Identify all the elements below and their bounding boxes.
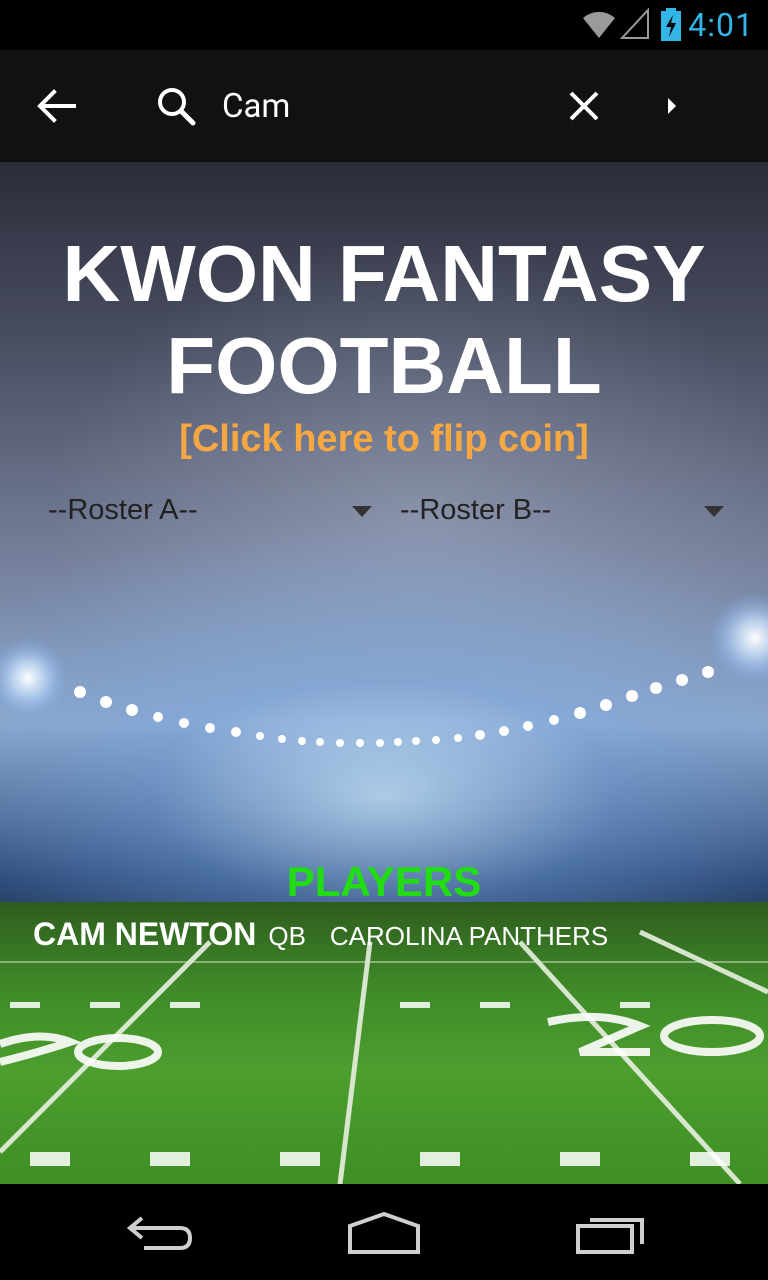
wifi-icon	[583, 11, 615, 38]
player-name: CAM NEWTON	[33, 916, 257, 952]
battery-charging-icon	[661, 8, 681, 41]
app-title-line2: FOOTBALL	[166, 321, 602, 410]
signal-icon	[620, 8, 649, 39]
roster-a-dropdown[interactable]: --Roster A--	[48, 494, 378, 538]
status-bar: 4:01	[0, 0, 768, 50]
clock: 4:01	[688, 6, 754, 44]
search-action-bar	[0, 50, 768, 162]
overflow-arrow-icon[interactable]	[664, 94, 680, 118]
search-icon	[158, 88, 196, 126]
player-list-item[interactable]: CAM NEWTON QB CAROLINA PANTHERS	[33, 916, 608, 953]
home-icon[interactable]	[346, 1208, 422, 1256]
search-input[interactable]	[222, 80, 542, 132]
screen: 4:01 Cam KWON FANTASY FOOTBALL [Click he…	[0, 0, 768, 1280]
players-heading: PLAYERS	[286, 858, 482, 905]
back-arrow-icon[interactable]	[34, 88, 78, 124]
back-icon[interactable]	[124, 1208, 196, 1256]
roster-b-selected: --Roster B--	[400, 494, 552, 526]
app-title: KWON FANTASY FOOTBALL	[0, 228, 768, 412]
player-position: QB	[268, 921, 306, 951]
close-icon[interactable]	[566, 88, 602, 124]
roster-a-selected: --Roster A--	[48, 494, 198, 526]
recents-icon[interactable]	[574, 1208, 646, 1256]
player-team: CAROLINA PANTHERS	[329, 921, 609, 951]
flip-coin-link[interactable]: [Click here to flip coin]	[0, 418, 768, 461]
app-title-line1: KWON FANTASY	[62, 229, 706, 318]
dropdown-caret-icon	[704, 506, 724, 517]
dropdown-caret-icon	[352, 506, 372, 517]
roster-b-dropdown[interactable]: --Roster B--	[400, 494, 730, 538]
system-navigation-bar	[0, 1184, 768, 1280]
